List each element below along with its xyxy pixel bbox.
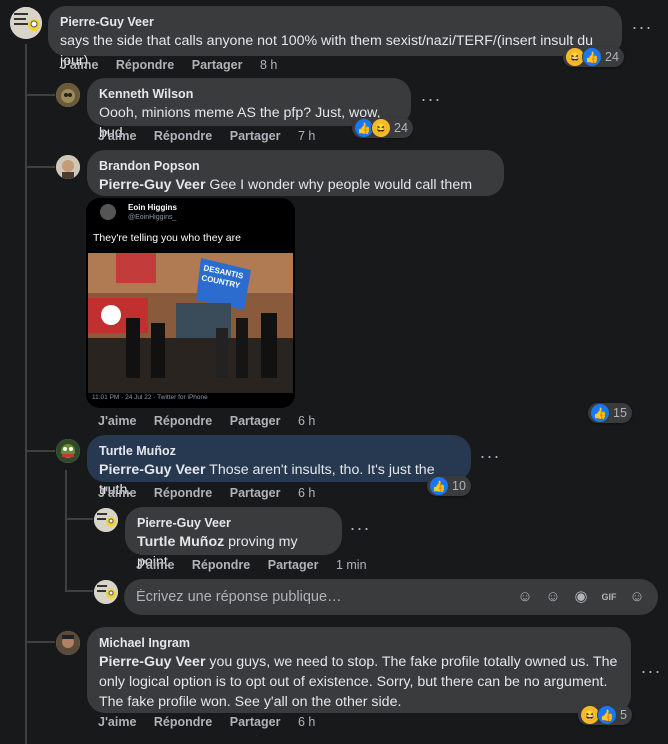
more-options-icon[interactable]: ··· (475, 445, 505, 475)
avatar[interactable] (56, 439, 80, 463)
comment-text: Pierre-Guy Veer you guys, we need to sto… (99, 654, 617, 710)
comment-bubble: Michael Ingram Pierre-Guy Veer you guys,… (87, 627, 631, 713)
reactions-badge[interactable]: 😆 👍 5 (578, 705, 632, 725)
mention[interactable]: Pierre-Guy Veer (99, 177, 205, 193)
reaction-count: 5 (620, 708, 627, 722)
tweet-author: Eoin Higgins (128, 203, 177, 212)
like-icon: 👍 (429, 476, 449, 496)
comment-bubble: Pierre-Guy Veer says the side that calls… (48, 6, 622, 69)
reactions-badge[interactable]: 👍 15 (588, 403, 632, 423)
reaction-count: 24 (394, 121, 408, 135)
tweet-text: They're telling you who they are (93, 232, 241, 244)
avatar[interactable] (56, 83, 80, 107)
comment-actions: J'aime Répondre Partager 1 min (136, 558, 381, 572)
emoji-icon[interactable]: ☺ (542, 586, 564, 608)
reply-input-box[interactable]: ☺ ☺ ◉ GIF ☺ (124, 579, 658, 615)
thread-branch-nested-2 (65, 590, 93, 592)
comment-actions: J'aime Répondre Partager 6 h (98, 414, 329, 428)
share-button[interactable]: Partager (268, 558, 319, 572)
avatar[interactable] (94, 508, 118, 532)
like-button[interactable]: J'aime (60, 58, 98, 72)
protest-photo (86, 198, 295, 408)
thread-branch-2 (25, 166, 55, 168)
reply-button[interactable]: Répondre (154, 486, 212, 500)
like-button[interactable]: J'aime (98, 129, 136, 143)
share-button[interactable]: Partager (192, 58, 243, 72)
timestamp[interactable]: 7 h (298, 129, 315, 143)
like-button[interactable]: J'aime (98, 486, 136, 500)
timestamp[interactable]: 8 h (260, 58, 277, 72)
camera-icon[interactable]: ◉ (570, 586, 592, 608)
share-button[interactable]: Partager (230, 414, 281, 428)
avatar-sticker-icon[interactable]: ☺ (514, 586, 536, 608)
mention[interactable]: Pierre-Guy Veer (99, 654, 205, 670)
sticker-icon[interactable]: ☺ (626, 586, 648, 608)
reactions-badge[interactable]: 👍 10 (427, 476, 471, 496)
thread-branch-1 (25, 94, 55, 96)
mention[interactable]: Pierre-Guy Veer (99, 462, 205, 478)
comment-actions: J'aime Répondre Partager 6 h (98, 715, 329, 729)
like-button[interactable]: J'aime (98, 715, 136, 729)
comment-actions: J'aime Répondre Partager 8 h (60, 58, 291, 72)
comment-author[interactable]: Pierre-Guy Veer (60, 14, 610, 31)
reply-button[interactable]: Répondre (154, 715, 212, 729)
more-options-icon[interactable]: ··· (416, 88, 446, 118)
like-icon: 👍 (582, 47, 602, 67)
reactions-badge[interactable]: 👍 😆 24 (352, 118, 413, 138)
timestamp[interactable]: 6 h (298, 715, 315, 729)
attached-image[interactable]: Eoin Higgins @EoinHiggins_ They're telli… (86, 198, 295, 408)
timestamp[interactable]: 6 h (298, 486, 315, 500)
timestamp[interactable]: 6 h (298, 414, 315, 428)
tweet-handle: @EoinHiggins_ (128, 214, 177, 221)
more-options-icon[interactable]: ··· (636, 660, 666, 690)
avatar[interactable] (56, 631, 80, 655)
like-button[interactable]: J'aime (98, 414, 136, 428)
comment-bubble: Pierre-Guy Veer Turtle Muñoz proving my … (125, 507, 342, 570)
comment-bubble-highlighted: Turtle Muñoz Pierre-Guy Veer Those aren'… (87, 435, 471, 498)
reaction-count: 10 (452, 479, 466, 493)
share-button[interactable]: Partager (230, 129, 281, 143)
reaction-count: 24 (605, 50, 619, 64)
reply-button[interactable]: Répondre (154, 129, 212, 143)
avatar[interactable] (56, 155, 80, 179)
more-options-icon[interactable]: ··· (627, 16, 657, 46)
reply-button[interactable]: Répondre (116, 58, 174, 72)
comment-author[interactable]: Kenneth Wilson (99, 86, 399, 103)
comment-author[interactable]: Pierre-Guy Veer (137, 515, 330, 532)
gif-icon[interactable]: GIF (598, 586, 620, 608)
more-options-icon[interactable]: ··· (345, 517, 375, 547)
timestamp[interactable]: 1 min (336, 558, 367, 572)
thread-branch-nested-1 (65, 518, 93, 520)
comment-author[interactable]: Brandon Popson (99, 158, 492, 175)
reply-button[interactable]: Répondre (154, 414, 212, 428)
like-icon: 👍 (597, 705, 617, 725)
reply-input[interactable] (134, 588, 508, 606)
reply-button[interactable]: Répondre (192, 558, 250, 572)
comment-bubble: Brandon Popson Pierre-Guy Veer Gee I won… (87, 150, 504, 213)
mention[interactable]: Turtle Muñoz (137, 534, 224, 550)
comment-author[interactable]: Michael Ingram (99, 635, 619, 652)
avatar (94, 580, 118, 604)
like-icon: 👍 (590, 403, 610, 423)
comment-actions: J'aime Répondre Partager 6 h (98, 486, 329, 500)
avatar[interactable] (10, 7, 42, 39)
tweet-footer: 11:01 PM · 24 Jul 22 · Twitter for iPhon… (92, 394, 208, 401)
comment-actions: J'aime Répondre Partager 7 h (98, 129, 329, 143)
haha-icon: 😆 (371, 118, 391, 138)
share-button[interactable]: Partager (230, 715, 281, 729)
comment-author[interactable]: Turtle Muñoz (99, 443, 459, 460)
thread-branch-3 (25, 450, 55, 452)
thread-branch-4 (25, 641, 55, 643)
share-button[interactable]: Partager (230, 486, 281, 500)
like-button[interactable]: J'aime (136, 558, 174, 572)
thread-line-nested (65, 470, 67, 592)
reaction-count: 15 (613, 406, 627, 420)
reactions-badge[interactable]: 😆 👍 24 (563, 47, 624, 67)
thread-line-main (25, 44, 27, 744)
